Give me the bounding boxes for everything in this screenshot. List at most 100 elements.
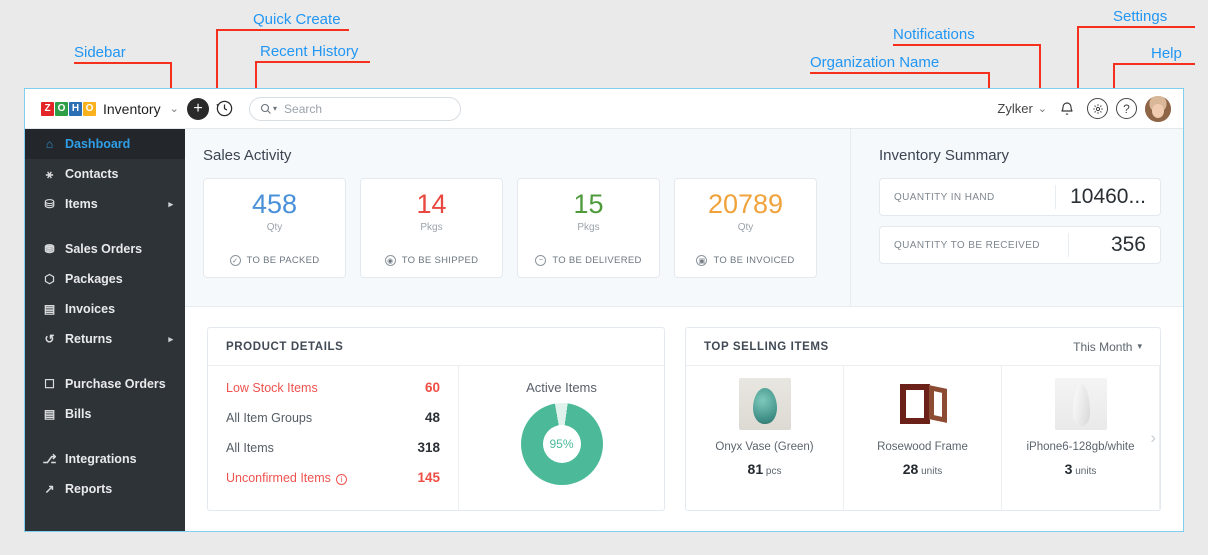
period-selector[interactable]: This Month ▾ (1073, 340, 1142, 354)
notifications-button[interactable] (1055, 97, 1079, 121)
annotation-leader-recent-history (255, 61, 257, 89)
sales-card-value: 458 (251, 189, 298, 219)
home-icon: ⌂ (45, 137, 54, 151)
info-icon[interactable]: i (335, 474, 347, 485)
qty-unit: units (1075, 466, 1097, 477)
list-item[interactable]: All Item Groups 48 (226, 410, 440, 440)
sidebar-item-label: Purchase Orders (65, 377, 166, 391)
sidebar-item-bills[interactable]: ▤ Bills (25, 399, 185, 429)
chevron-down-icon: ▾ (1137, 341, 1142, 351)
sidebar-item-dashboard[interactable]: ⌂ Dashboard (25, 129, 185, 159)
organization-selector[interactable]: Zylker ⌄ (997, 101, 1047, 116)
sidebar-item-purchase-orders[interactable]: ☐ Purchase Orders (25, 369, 185, 399)
basket-icon: ⛁ (44, 197, 55, 211)
zoho-tile-o2: O (83, 101, 96, 116)
clipboard-icon: ☐ (44, 377, 55, 391)
sales-card-label: TO BE INVOICED (713, 255, 795, 266)
annotation-underline-notifications (893, 44, 1041, 46)
sales-card-to-be-invoiced[interactable]: 20789 Qty ▣ TO BE INVOICED (674, 178, 817, 278)
sales-card-to-be-packed[interactable]: 458 Qty ✓ TO BE PACKED (203, 178, 346, 278)
top-selling-item-rosewood-frame[interactable]: Rosewood Frame 28 units (844, 366, 1002, 511)
annotation-label-quick-create: Quick Create (253, 11, 341, 28)
sidebar-item-items[interactable]: ⛁ Items ▸ (25, 189, 185, 219)
annotation-underline-organization-name (810, 72, 990, 74)
annotation-leader-sidebar (170, 62, 172, 89)
annotation-underline-quick-create (216, 29, 349, 31)
inventory-row-value: 10460... (1055, 185, 1160, 209)
top-selling-items-panel: TOP SELLING ITEMS This Month ▾ Onyx Vase… (685, 327, 1161, 511)
avatar-face (1152, 103, 1164, 118)
qty-value: 28 (902, 461, 919, 477)
vase-shape (752, 388, 777, 424)
top-selling-body: Onyx Vase (Green) 81 pcs Rosewood Frame … (686, 366, 1160, 511)
recent-history-button[interactable] (211, 96, 237, 122)
sales-card-to-be-delivered[interactable]: 15 Pkgs − TO BE DELIVERED (517, 178, 660, 278)
product-name: Inventory (103, 100, 161, 117)
sidebar-item-sales-orders[interactable]: ⛃ Sales Orders (25, 234, 185, 264)
sidebar-item-integrations[interactable]: ⎇ Integrations (25, 444, 185, 474)
product-details-panel: PRODUCT DETAILS Low Stock Items 60 All I… (207, 327, 665, 511)
sidebar-item-label: Contacts (65, 167, 119, 181)
sales-card-unit: Pkgs (577, 222, 600, 233)
list-item[interactable]: Unconfirmed Items i 145 (226, 470, 440, 500)
screenshot-root: Sidebar Quick Create Recent History Orga… (0, 0, 1208, 555)
sidebar-item-invoices[interactable]: ▤ Invoices (25, 294, 185, 324)
top-selling-item-name: Onyx Vase (Green) (715, 441, 814, 453)
quick-create-button[interactable]: + (185, 96, 211, 122)
sales-card-label: TO BE PACKED (246, 255, 320, 266)
next-arrow-icon[interactable]: › (1150, 428, 1156, 448)
qty-unit: units (921, 466, 943, 477)
donut-percent-label: 95% (549, 437, 574, 451)
product-details-header: PRODUCT DETAILS (208, 328, 664, 366)
annotation-label-recent-history: Recent History (260, 43, 359, 60)
active-items-chart: Active Items 95% (458, 366, 664, 511)
search-scope-caret-icon[interactable]: ▾ (273, 104, 277, 113)
main-content: Sales Activity 458 Qty ✓ TO BE PACKED 14 (185, 129, 1183, 531)
avatar[interactable] (1145, 95, 1171, 122)
annotation-label-help: Help (1151, 45, 1182, 62)
person-icon: ⚹ (45, 166, 54, 181)
qty-unit: pcs (765, 466, 782, 477)
sidebar-item-contacts[interactable]: ⚹ Contacts (25, 159, 185, 189)
sidebar-item-returns[interactable]: ↺ Returns ▸ (25, 324, 185, 354)
target-circle-icon: ◉ (384, 255, 396, 266)
inventory-summary-panel: Inventory Summary QUANTITY IN HAND 10460… (850, 129, 1183, 306)
vase-image (738, 378, 791, 430)
product-detail-value: 318 (417, 440, 440, 455)
sidebar-item-label: Bills (65, 407, 92, 421)
document-icon: ▤ (43, 302, 56, 316)
help-button[interactable]: ? (1116, 98, 1137, 119)
sales-card-to-be-shipped[interactable]: 14 Pkgs ◉ TO BE SHIPPED (360, 178, 503, 278)
inventory-summary-title: Inventory Summary (879, 147, 1010, 164)
top-selling-header: TOP SELLING ITEMS This Month ▾ (686, 328, 1160, 366)
zoho-tile-o1: O (55, 101, 68, 116)
top-selling-item-onyx-vase[interactable]: Onyx Vase (Green) 81 pcs (686, 366, 844, 511)
annotation-underline-recent-history (255, 61, 370, 63)
summary-strip: Sales Activity 458 Qty ✓ TO BE PACKED 14 (185, 129, 1183, 307)
sidebar-item-reports[interactable]: ↗ Reports (25, 474, 185, 504)
list-item[interactable]: All Items 318 (226, 440, 440, 470)
sales-card-footer: ✓ TO BE PACKED (229, 255, 320, 266)
sidebar-item-packages[interactable]: ⬡ Packages (25, 264, 185, 294)
bill-icon: ▤ (43, 407, 56, 421)
frame-shape-side (928, 385, 947, 423)
zoho-inventory-logo[interactable]: Z O H O Inventory ⌄ (25, 89, 185, 129)
iphone-shape (1072, 384, 1090, 426)
settings-button[interactable] (1087, 98, 1108, 119)
chevron-down-icon: ⌄ (1037, 103, 1047, 115)
inventory-row-quantity-to-be-received[interactable]: QUANTITY TO BE RECEIVED 356 (879, 226, 1161, 264)
invoice-circle-icon: ▣ (696, 255, 708, 266)
inventory-row-quantity-in-hand[interactable]: QUANTITY IN HAND 10460... (879, 178, 1161, 216)
list-item[interactable]: Low Stock Items 60 (226, 380, 440, 410)
top-selling-item-qty: 28 units (903, 461, 942, 477)
app-header: Z O H O Inventory ⌄ + ▾ Search Zylker ⌄ … (25, 89, 1183, 129)
sales-activity-panel: Sales Activity 458 Qty ✓ TO BE PACKED 14 (185, 129, 850, 306)
sidebar-item-label: Packages (65, 272, 123, 286)
sidebar-item-label: Returns (65, 332, 113, 346)
search-input[interactable]: ▾ Search (249, 96, 461, 121)
plus-icon: + (187, 97, 209, 120)
top-selling-item-iphone6[interactable]: iPhone6-128gb/white 3 units (1002, 366, 1160, 511)
sidebar-divider (25, 429, 185, 444)
chevron-down-icon[interactable]: ⌄ (170, 102, 179, 115)
sales-card-unit: Qty (266, 222, 283, 233)
